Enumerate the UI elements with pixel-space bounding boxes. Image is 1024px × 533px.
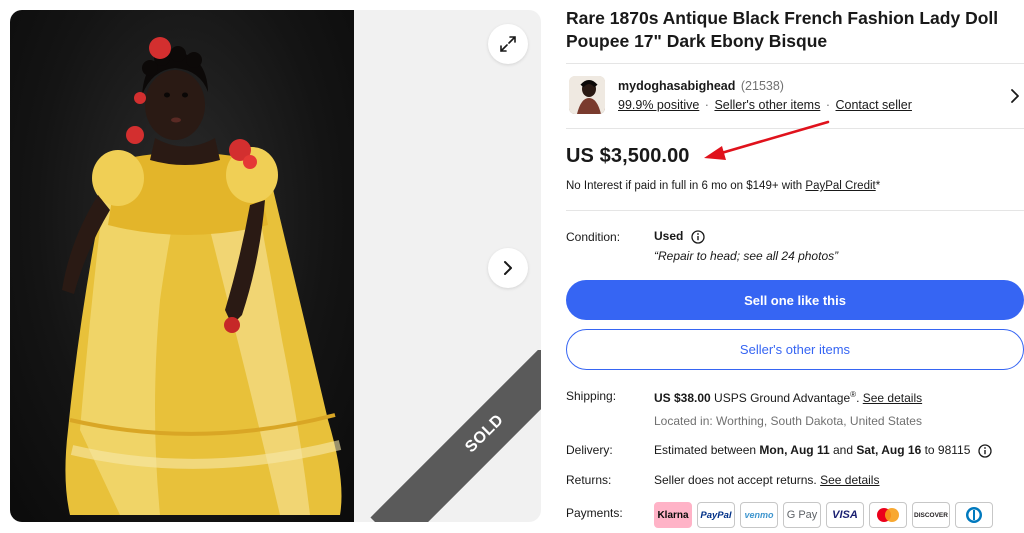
doll-illustration — [62, 37, 342, 515]
chevron-right-icon[interactable] — [1010, 88, 1020, 104]
returns-details-link[interactable]: See details — [820, 473, 879, 487]
delivery-label: Delivery: — [566, 443, 613, 457]
contact-seller-link[interactable]: Contact seller — [836, 98, 912, 112]
doll-photo[interactable] — [10, 10, 354, 522]
seller-avatar[interactable] — [569, 76, 605, 114]
expand-image-button[interactable] — [488, 24, 528, 64]
klarna-logo: Klarna — [654, 502, 692, 528]
condition-value-line: Used — [654, 229, 705, 244]
returns-value: Seller does not accept returns. See deta… — [654, 473, 879, 487]
google-pay-logo: G Pay — [783, 502, 821, 528]
seller-name[interactable]: mydoghasabighead — [618, 79, 735, 93]
sold-ribbon: SOLD — [365, 350, 541, 522]
shipping-details-link[interactable]: See details — [863, 391, 922, 405]
separator-dot: · — [825, 98, 831, 112]
delivery-mid: and — [829, 443, 857, 457]
discover-logo: DISCOVER — [912, 502, 950, 528]
image-gallery: SOLD — [10, 10, 541, 522]
venmo-logo: venmo — [740, 502, 778, 528]
seller-feedback-count: (21538) — [740, 79, 784, 93]
divider — [566, 63, 1024, 64]
payments-label: Payments: — [566, 506, 623, 520]
positive-feedback-link[interactable]: 99.9% positive — [618, 98, 699, 112]
sold-badge: SOLD — [462, 411, 508, 457]
avatar-image — [569, 76, 605, 114]
chevron-right-icon — [504, 261, 512, 275]
delivery-zip: to 98115 — [921, 443, 971, 457]
condition-label: Condition: — [566, 230, 621, 244]
seller-name-line: mydoghasabighead (21538) — [618, 79, 784, 93]
delivery-start-date: Mon, Aug 11 — [759, 443, 830, 457]
visa-logo: VISA — [826, 502, 864, 528]
shipping-label: Shipping: — [566, 389, 617, 403]
financing-asterisk: * — [875, 180, 881, 192]
item-location: Located in: Worthing, South Dakota, Unit… — [654, 414, 922, 428]
seller-card[interactable]: mydoghasabighead (21538) 99.9% positive … — [566, 72, 1024, 120]
shipping-value: US $38.00 USPS Ground Advantage®. See de… — [654, 390, 922, 405]
payment-methods: Klarna PayPal venmo G Pay VISA DISCOVER — [654, 502, 993, 528]
separator-dot: · — [704, 98, 709, 112]
red-arrow-annotation — [704, 120, 830, 160]
mastercard-logo — [869, 502, 907, 528]
diners-club-logo — [955, 502, 993, 528]
returns-text: Seller does not accept returns. — [654, 473, 821, 487]
shipping-separator: . — [856, 391, 860, 405]
next-image-button[interactable] — [488, 248, 528, 288]
delivery-prefix: Estimated between — [654, 443, 760, 457]
condition-value: Used — [654, 229, 684, 243]
price: US $3,500.00 — [566, 145, 690, 167]
info-icon[interactable] — [978, 444, 992, 458]
item-details-panel: Rare 1870s Antique Black French Fashion … — [566, 0, 1024, 533]
paypal-logo: PayPal — [697, 502, 735, 528]
condition-note: “Repair to head; see all 24 photos” — [654, 249, 839, 263]
returns-label: Returns: — [566, 473, 612, 487]
delivery-value: Estimated between Mon, Aug 11 and Sat, A… — [654, 443, 992, 458]
seller-links: 99.9% positive · Seller's other items · … — [618, 98, 912, 112]
financing-text: No Interest if paid in full in 6 mo on $… — [566, 180, 806, 192]
sellers-other-items-button[interactable]: Seller's other items — [566, 329, 1024, 370]
expand-icon — [500, 36, 516, 52]
shipping-cost: US $38.00 — [654, 391, 711, 405]
diners-club-icon — [966, 507, 982, 523]
shipping-service: USPS Ground Advantage — [710, 391, 851, 405]
delivery-end-date: Sat, Aug 16 — [856, 443, 922, 457]
financing-offer: No Interest if paid in full in 6 mo on $… — [566, 180, 880, 192]
paypal-credit-link[interactable]: PayPal Credit — [805, 180, 875, 192]
divider — [566, 210, 1024, 211]
sell-one-like-this-button[interactable]: Sell one like this — [566, 280, 1024, 320]
listing-title: Rare 1870s Antique Black French Fashion … — [566, 8, 999, 51]
sellers-other-items-link[interactable]: Seller's other items — [714, 98, 820, 112]
mastercard-icon — [877, 508, 899, 522]
sold-band: SOLD — [370, 350, 541, 522]
info-icon[interactable] — [691, 230, 705, 244]
